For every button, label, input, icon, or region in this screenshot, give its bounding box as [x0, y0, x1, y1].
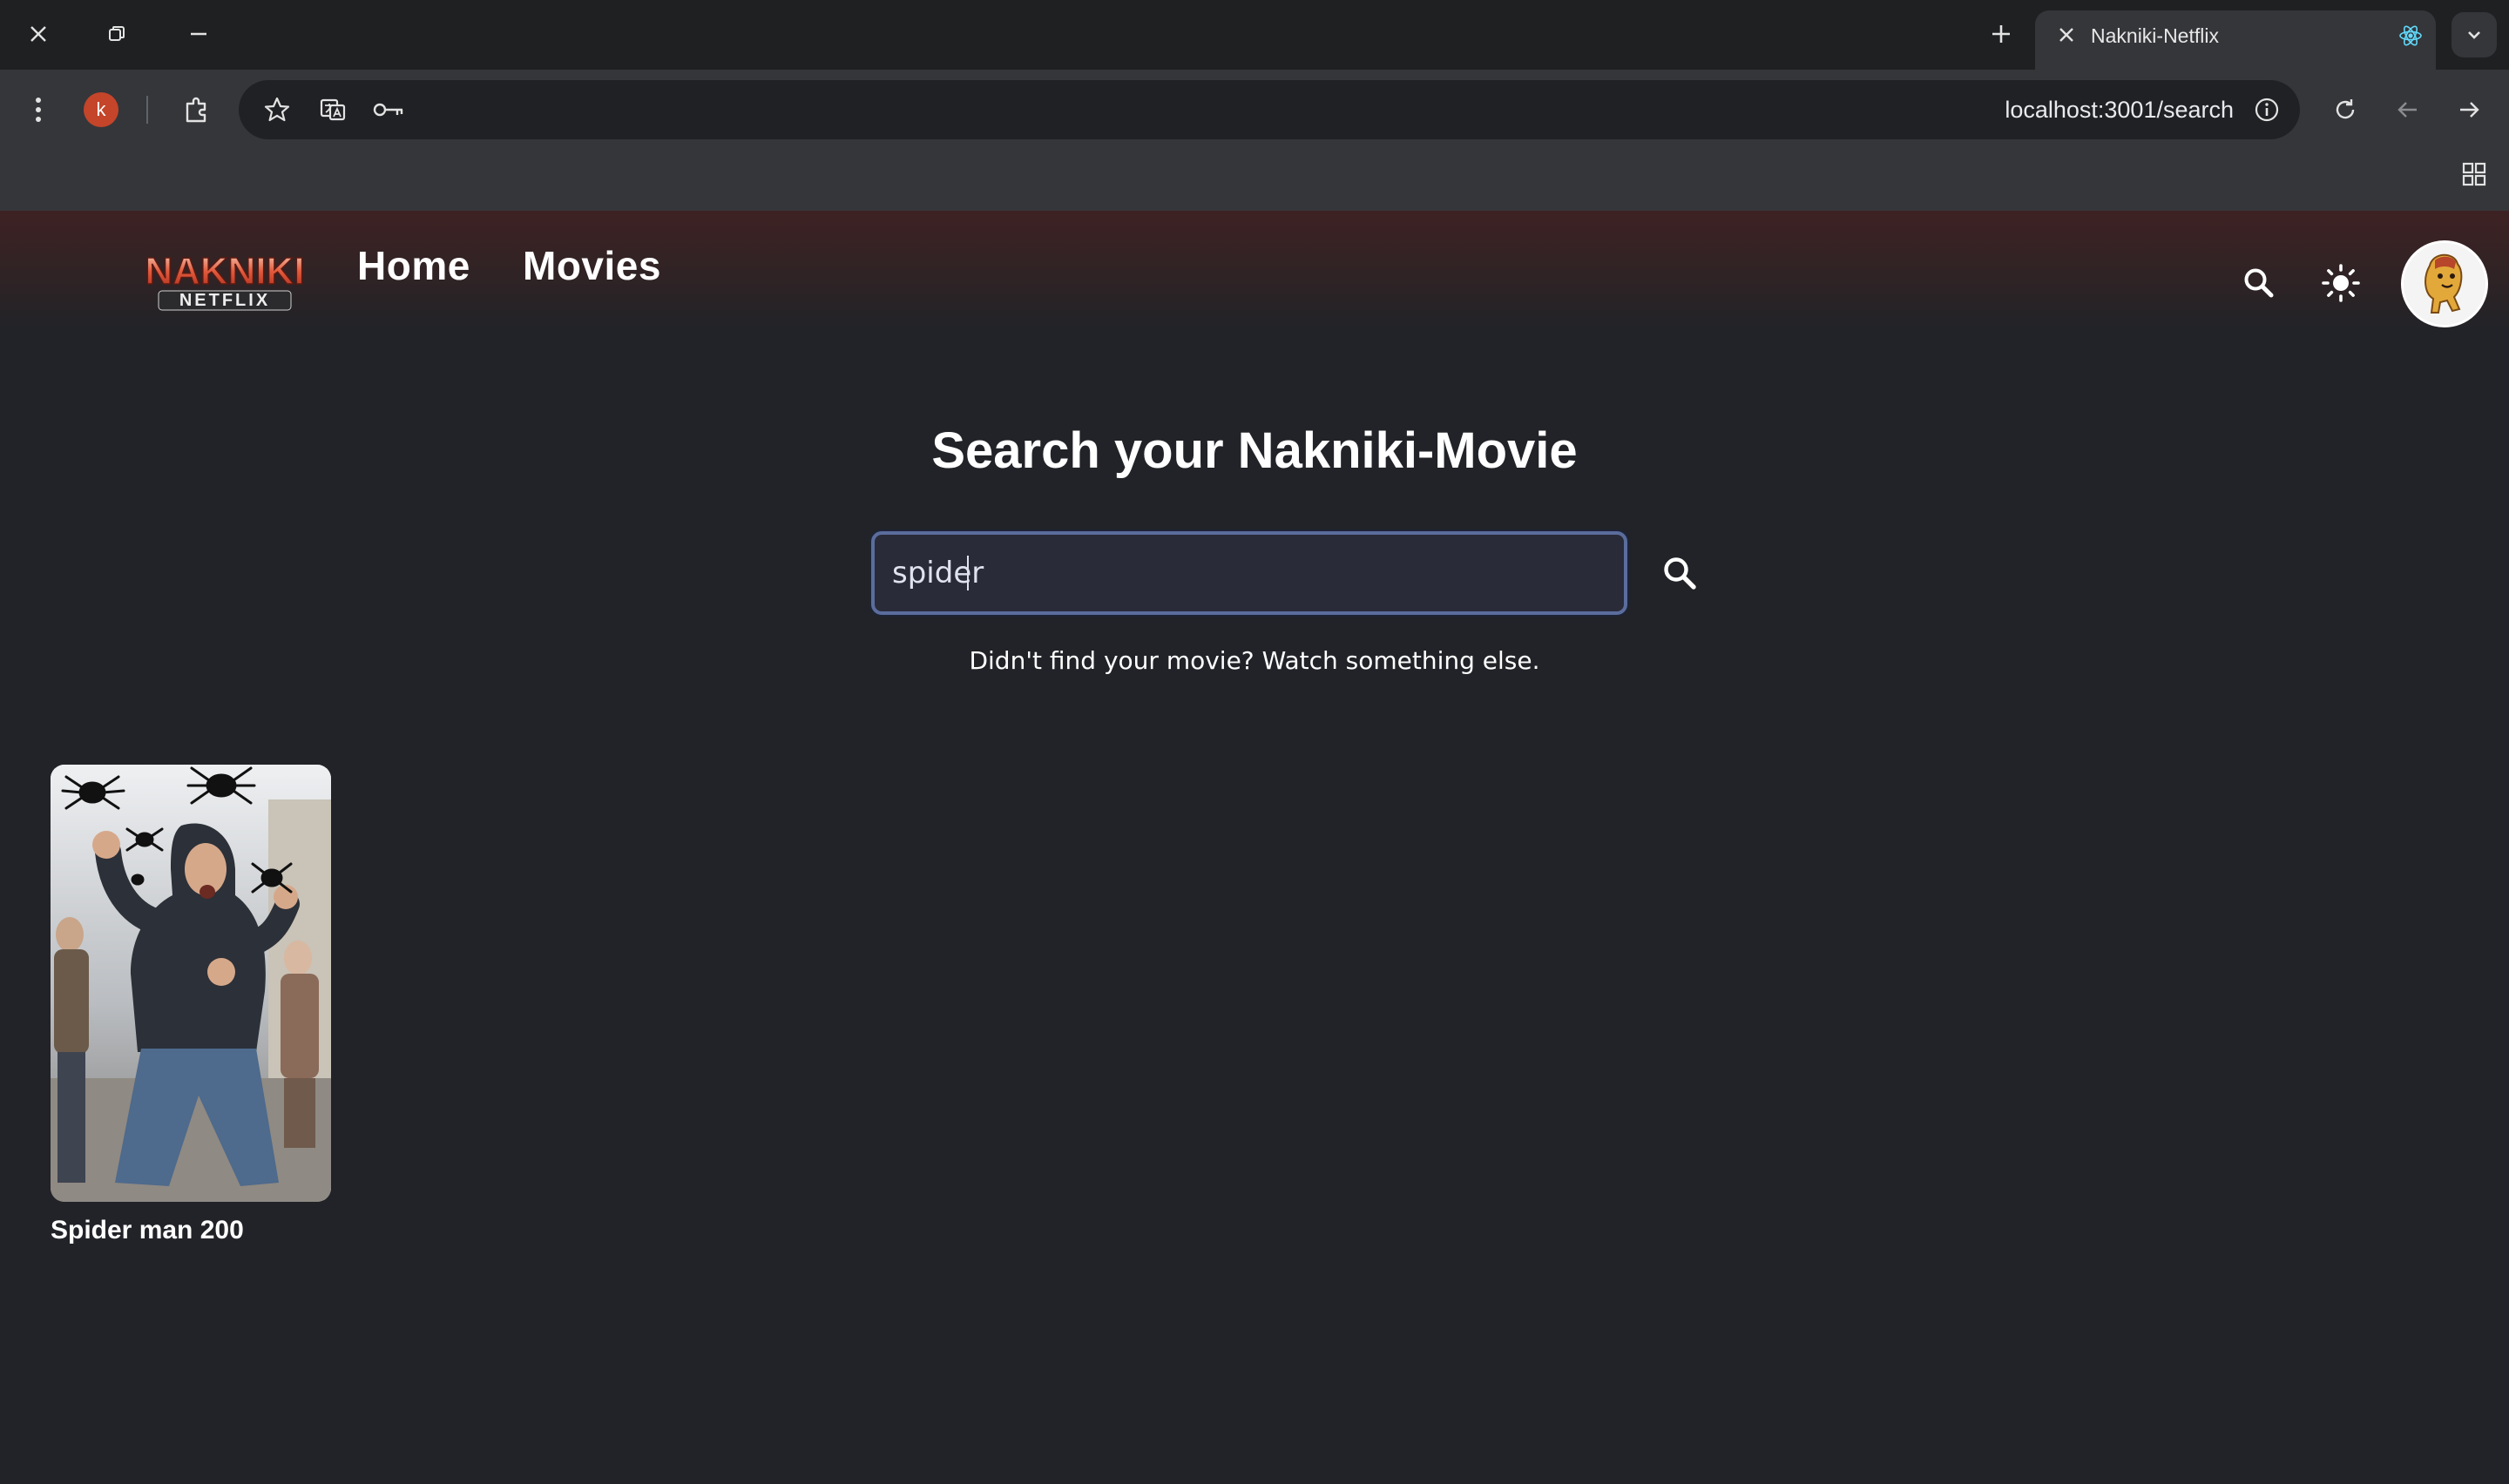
window-restore-icon[interactable] [103, 17, 131, 51]
movie-card-title[interactable]: Spider man 200 [51, 1216, 331, 1245]
address-bar[interactable]: localhost:3001/search [239, 80, 2300, 139]
app-header: NAKNIKI NETFLIX Home Movies [0, 211, 2509, 333]
text-cursor [967, 556, 969, 590]
tab-close-icon[interactable] [2053, 21, 2080, 49]
nav-movies-link[interactable]: Movies [523, 242, 661, 289]
site-info-icon[interactable] [2249, 92, 2284, 127]
browser-tab-active[interactable]: Nakniki-Netflix [2035, 10, 2436, 70]
new-tab-icon[interactable] [1985, 17, 2018, 51]
movie-poster-image[interactable] [51, 765, 331, 1202]
extensions-icon[interactable] [178, 91, 216, 129]
password-key-icon[interactable] [369, 92, 408, 127]
user-avatar[interactable] [2401, 240, 2488, 327]
react-favicon-icon [2396, 21, 2425, 51]
toolbar-divider [146, 96, 148, 124]
translate-icon[interactable] [315, 92, 350, 127]
search-hint-text[interactable]: Didn't find your movie? Watch something … [0, 646, 2509, 675]
url-text[interactable]: localhost:3001/search [2005, 80, 2234, 139]
nakniki-netflix-logo[interactable]: NAKNIKI NETFLIX [120, 246, 329, 315]
page-title: Search your Nakniki-Movie [931, 422, 1578, 479]
reload-icon[interactable] [2326, 91, 2364, 129]
tab-search-dropdown-icon[interactable] [2452, 12, 2497, 57]
search-submit-icon[interactable] [1659, 552, 1702, 596]
theme-toggle-sun-icon[interactable] [2317, 260, 2364, 307]
browser-profile-avatar[interactable]: k [84, 92, 118, 127]
window-close-icon[interactable] [24, 17, 52, 51]
logo-main-text: NAKNIKI [145, 250, 304, 293]
forward-arrow-icon[interactable] [2450, 91, 2488, 129]
movie-card[interactable]: Spider man 200 [51, 765, 331, 1245]
nav-home-link[interactable]: Home [357, 242, 470, 289]
movie-search-input[interactable] [871, 531, 1627, 615]
logo-sub-text: NETFLIX [179, 291, 270, 310]
back-arrow-icon[interactable] [2389, 91, 2427, 129]
browser-menu-icon[interactable] [23, 92, 54, 127]
bookmark-star-icon[interactable] [260, 92, 294, 127]
header-search-icon[interactable] [2237, 261, 2281, 305]
tab-title: Nakniki-Netflix [2091, 24, 2219, 47]
window-minimize-icon[interactable] [185, 17, 213, 51]
apps-grid-icon[interactable] [2457, 157, 2492, 192]
